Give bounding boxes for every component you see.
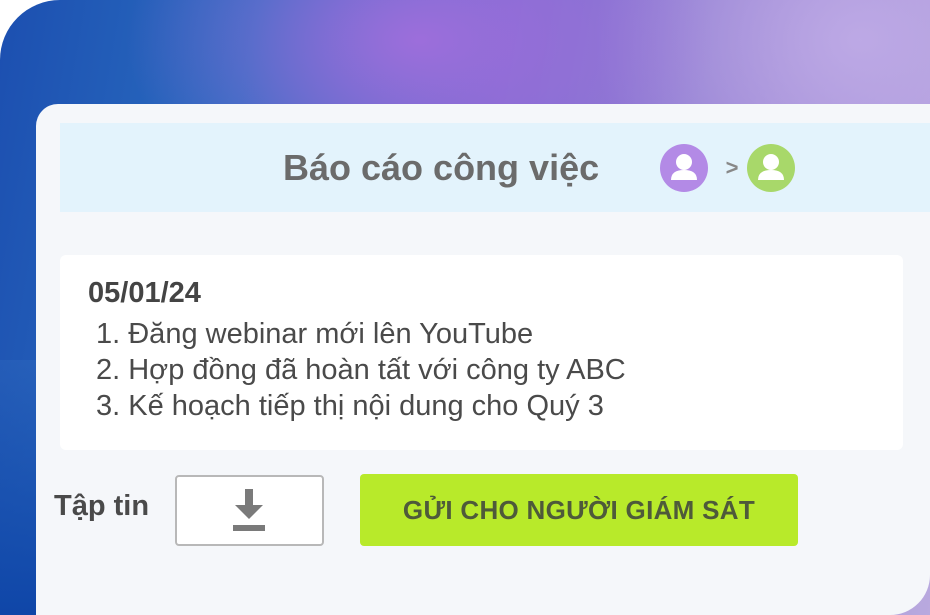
recipient-avatar-icon (747, 144, 795, 192)
download-icon (233, 489, 265, 531)
page-title: Báo cáo công việc (283, 147, 600, 188)
send-to-supervisor-button[interactable]: GỬI CHO NGƯỜI GIÁM SÁT (360, 474, 798, 546)
task-item: 1. Đăng webinar mới lên YouTube (96, 318, 534, 350)
report-date: 05/01/24 (88, 277, 201, 309)
sender-avatar-icon (660, 144, 708, 192)
files-label: Tập tin (54, 490, 150, 522)
forward-arrow-icon: > (725, 155, 739, 180)
task-item: 2. Hợp đồng đã hoàn tất với công ty ABC (96, 354, 626, 386)
file-upload-button[interactable] (175, 475, 324, 546)
task-item: 3. Kế hoạch tiếp thị nội dung cho Quý 3 (96, 390, 604, 422)
